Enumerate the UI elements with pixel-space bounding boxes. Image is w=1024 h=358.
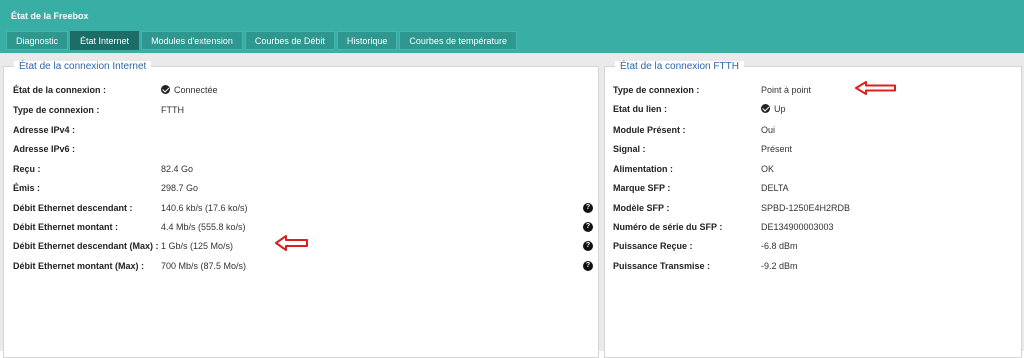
row-label: État de la connexion : <box>13 85 107 95</box>
row-connection-state: État de la connexion : Connectée <box>4 83 600 97</box>
row-value: OK <box>761 164 775 174</box>
ftth-panel-title: État de la connexion FTTH <box>615 61 744 72</box>
row-sfp-model: Modèle SFP : SPBD-1250E4H2RDB <box>605 201 1023 215</box>
row-value: -9.2 dBm <box>761 261 798 271</box>
check-circle-icon <box>761 104 770 114</box>
row-label: Adresse IPv6 : <box>13 144 76 154</box>
row-ethernet-up: Débit Ethernet montant : 4.4 Mb/s (555.8… <box>4 220 600 234</box>
row-label: Débit Ethernet descendant (Max) : <box>13 241 159 251</box>
internet-connection-panel: État de la connexion Internet État de la… <box>3 61 600 358</box>
row-value: FTTH <box>161 105 184 115</box>
row-sent: Émis : 298.7 Go <box>4 181 600 195</box>
window-title: État de la Freebox <box>11 11 89 21</box>
tab-historique[interactable]: Historique <box>336 31 398 50</box>
tab-diagnostic[interactable]: Diagnostic <box>6 31 69 50</box>
row-label: Modèle SFP : <box>613 203 670 213</box>
row-link-state: Etat du lien : Up <box>605 102 1023 116</box>
row-power-supply: Alimentation : OK <box>605 162 1023 176</box>
annotation-arrow-icon <box>275 235 308 251</box>
tab-courbes-debit[interactable]: Courbes de Débit <box>244 31 335 50</box>
row-label: Etat du lien : <box>613 104 667 114</box>
row-label: Adresse IPv4 : <box>13 125 76 135</box>
row-value: DE134900003003 <box>761 222 834 232</box>
row-connection-type: Type de connexion : FTTH <box>4 103 600 117</box>
row-value: 4.4 Mb/s (555.8 ko/s) <box>161 222 246 232</box>
row-rx-power: Puissance Reçue : -6.8 dBm <box>605 239 1023 253</box>
row-label: Débit Ethernet descendant : <box>13 203 133 213</box>
row-label: Émis : <box>13 183 41 193</box>
row-value: DELTA <box>761 183 789 193</box>
row-value: Présent <box>761 144 793 154</box>
row-value: 700 Mb/s (87.5 Mo/s) <box>161 261 247 271</box>
row-module-present: Module Présent : Oui <box>605 123 1023 137</box>
row-label: Alimentation : <box>613 164 673 174</box>
row-ethernet-down: Débit Ethernet descendant : 140.6 kb/s (… <box>4 201 600 215</box>
row-value: 82.4 Go <box>161 164 194 174</box>
tab-etat-internet[interactable]: État Internet <box>70 31 140 50</box>
row-value: 140.6 kb/s (17.6 ko/s) <box>161 203 248 213</box>
row-ethernet-up-max: Débit Ethernet montant (Max) : 700 Mb/s … <box>4 259 600 273</box>
row-label: Signal : <box>613 144 646 154</box>
annotation-arrow-icon <box>855 81 896 95</box>
row-value: Point à point <box>761 85 812 95</box>
row-value: -6.8 dBm <box>761 241 798 251</box>
row-ipv6: Adresse IPv6 : <box>4 142 600 156</box>
row-label: Numéro de série du SFP : <box>613 222 723 232</box>
row-ftth-connection-type: Type de connexion : Point à point <box>605 83 1023 97</box>
help-icon[interactable]: ? <box>583 241 593 251</box>
row-value: 298.7 Go <box>161 183 199 193</box>
help-icon[interactable]: ? <box>583 222 593 232</box>
ftth-connection-panel: État de la connexion FTTH Type de connex… <box>604 61 1023 358</box>
row-value: Oui <box>761 125 776 135</box>
row-label: Type de connexion : <box>13 105 100 115</box>
check-circle-icon <box>161 85 170 95</box>
row-tx-power: Puissance Transmise : -9.2 dBm <box>605 259 1023 273</box>
tab-courbes-temperature[interactable]: Courbes de température <box>399 31 517 50</box>
row-value: Up <box>761 102 786 116</box>
row-label: Marque SFP : <box>613 183 671 193</box>
row-label: Puissance Transmise : <box>613 261 711 271</box>
help-icon[interactable]: ? <box>583 203 593 213</box>
row-label: Reçu : <box>13 164 41 174</box>
row-label: Puissance Reçue : <box>613 241 693 251</box>
row-sfp-brand: Marque SFP : DELTA <box>605 181 1023 195</box>
row-label: Débit Ethernet montant (Max) : <box>13 261 145 271</box>
row-value: Connectée <box>161 83 218 97</box>
tab-bar: Diagnostic État Internet Modules d'exten… <box>6 31 517 50</box>
internet-panel-title: État de la connexion Internet <box>14 61 152 72</box>
row-ipv4: Adresse IPv4 : <box>4 123 600 137</box>
row-label: Module Présent : <box>613 125 686 135</box>
row-value: SPBD-1250E4H2RDB <box>761 203 851 213</box>
window-header: État de la Freebox Diagnostic État Inter… <box>0 0 1024 53</box>
help-icon[interactable]: ? <box>583 261 593 271</box>
row-received: Reçu : 82.4 Go <box>4 162 600 176</box>
row-value: 1 Gb/s (125 Mo/s) <box>161 241 234 251</box>
row-signal: Signal : Présent <box>605 142 1023 156</box>
row-label: Débit Ethernet montant : <box>13 222 118 232</box>
row-sfp-serial: Numéro de série du SFP : DE134900003003 <box>605 220 1023 234</box>
row-label: Type de connexion : <box>613 85 700 95</box>
tab-modules-extension[interactable]: Modules d'extension <box>141 31 243 50</box>
